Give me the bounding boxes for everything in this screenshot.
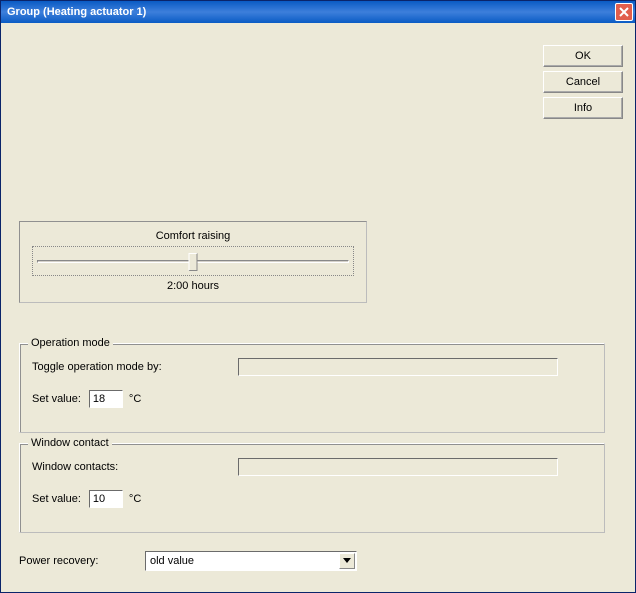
close-button[interactable] (615, 3, 633, 21)
dialog-window: Group (Heating actuator 1) OK Cancel Inf… (0, 0, 636, 593)
comfort-raising-value: 2:00 hours (32, 280, 354, 292)
chevron-down-icon (339, 553, 355, 569)
slider-thumb[interactable] (189, 253, 198, 271)
win-setvalue-unit: °C (129, 493, 141, 505)
op-setvalue-label: Set value: (32, 393, 81, 405)
operation-mode-legend: Operation mode (28, 337, 113, 349)
dialog-content: OK Cancel Info Comfort raising 2:00 hour… (1, 23, 635, 592)
toggle-mode-field[interactable] (238, 358, 558, 376)
titlebar: Group (Heating actuator 1) (1, 1, 635, 23)
slider-track (37, 253, 349, 269)
dialog-title: Group (Heating actuator 1) (7, 6, 615, 18)
win-setvalue-label: Set value: (32, 493, 81, 505)
window-contact-group: Window contact Window contacts: Set valu… (19, 443, 605, 533)
comfort-raising-slider[interactable] (32, 246, 354, 276)
comfort-raising-label: Comfort raising (32, 230, 354, 242)
dialog-buttons: OK Cancel Info (543, 45, 623, 119)
cancel-button[interactable]: Cancel (543, 71, 623, 93)
comfort-raising-group: Comfort raising 2:00 hours (19, 221, 367, 303)
power-recovery-select[interactable]: old value (145, 551, 357, 571)
op-setvalue-input[interactable] (89, 390, 123, 408)
win-setvalue-input[interactable] (89, 490, 123, 508)
power-recovery-row: Power recovery: old value (19, 551, 357, 571)
window-contacts-label: Window contacts: (32, 461, 232, 473)
op-setvalue-unit: °C (129, 393, 141, 405)
close-icon (619, 7, 629, 17)
ok-button[interactable]: OK (543, 45, 623, 67)
window-contacts-field[interactable] (238, 458, 558, 476)
operation-mode-group: Operation mode Toggle operation mode by:… (19, 343, 605, 433)
power-recovery-label: Power recovery: (19, 555, 135, 567)
power-recovery-value: old value (150, 555, 194, 567)
window-contact-legend: Window contact (28, 437, 112, 449)
info-button[interactable]: Info (543, 97, 623, 119)
toggle-mode-label: Toggle operation mode by: (32, 361, 232, 373)
